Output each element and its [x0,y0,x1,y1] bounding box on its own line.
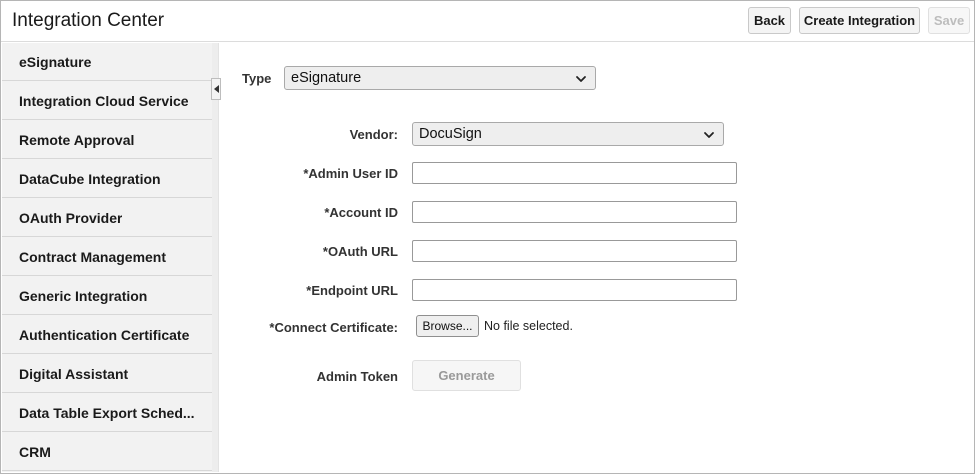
sidebar-item-integration-cloud-service[interactable]: Integration Cloud Service [2,82,212,120]
chevron-down-icon [704,132,714,138]
sidebar-item-oauth-provider[interactable]: OAuth Provider [2,199,212,237]
account-id-label: *Account ID [324,205,398,220]
back-button[interactable]: Back [748,7,791,34]
sidebar-item-label: Generic Integration [19,287,148,304]
sidebar-splitter[interactable] [212,43,219,472]
sidebar-item-data-table-export[interactable]: Data Table Export Sched... [2,394,212,432]
page-title: Integration Center [12,10,165,31]
file-status-text: No file selected. [484,319,573,333]
collapse-left-icon [213,85,219,93]
oauth-url-label: *OAuth URL [322,244,398,259]
sidebar-item-label: Authentication Certificate [19,326,190,343]
sidebar-item-authentication-certificate[interactable]: Authentication Certificate [2,316,212,354]
vendor-label: Vendor: [349,127,398,142]
sidebar-item-label: Digital Assistant [19,365,129,382]
account-id-input[interactable] [412,201,737,223]
sidebar-item-label: OAuth Provider [19,209,123,226]
sidebar-item-label: eSignature [19,53,92,70]
endpoint-url-label: *Endpoint URL [306,283,398,298]
sidebar-item-contract-management[interactable]: Contract Management [2,238,212,276]
type-select-value: eSignature [291,70,362,86]
collapse-sidebar-button[interactable] [211,78,221,100]
vendor-select[interactable]: DocuSign [412,122,724,146]
sidebar-item-datacube-integration[interactable]: DataCube Integration [2,160,212,198]
sidebar-item-label: DataCube Integration [19,170,161,187]
sidebar-item-remote-approval[interactable]: Remote Approval [2,121,212,159]
sidebar-item-generic-integration[interactable]: Generic Integration [2,277,212,315]
type-select[interactable]: eSignature [284,66,596,90]
vendor-select-value: DocuSign [419,126,482,142]
generate-button[interactable]: Generate [412,360,521,391]
endpoint-url-input[interactable] [412,279,737,301]
sidebar-item-label: Integration Cloud Service [19,92,189,109]
create-integration-button[interactable]: Create Integration [799,7,920,34]
browse-button[interactable]: Browse... [416,315,479,337]
sidebar-item-label: Contract Management [19,248,167,265]
chevron-down-icon [576,76,586,82]
sidebar: eSignature Integration Cloud Service Rem… [2,43,212,472]
save-button[interactable]: Save [928,7,970,34]
sidebar-item-label: Data Table Export Sched... [19,404,195,421]
sidebar-item-digital-assistant[interactable]: Digital Assistant [2,355,212,393]
admin-user-id-input[interactable] [412,162,737,184]
admin-user-id-label: *Admin User ID [303,166,398,181]
sidebar-item-label: Remote Approval [19,131,135,148]
sidebar-item-crm[interactable]: CRM [2,433,212,471]
sidebar-item-esignature[interactable]: eSignature [2,43,212,81]
sidebar-item-label: CRM [19,443,51,460]
oauth-url-input[interactable] [412,240,737,262]
type-label: Type [242,71,272,86]
admin-token-label: Admin Token [316,369,398,384]
connect-certificate-label: *Connect Certificate: [269,320,398,335]
